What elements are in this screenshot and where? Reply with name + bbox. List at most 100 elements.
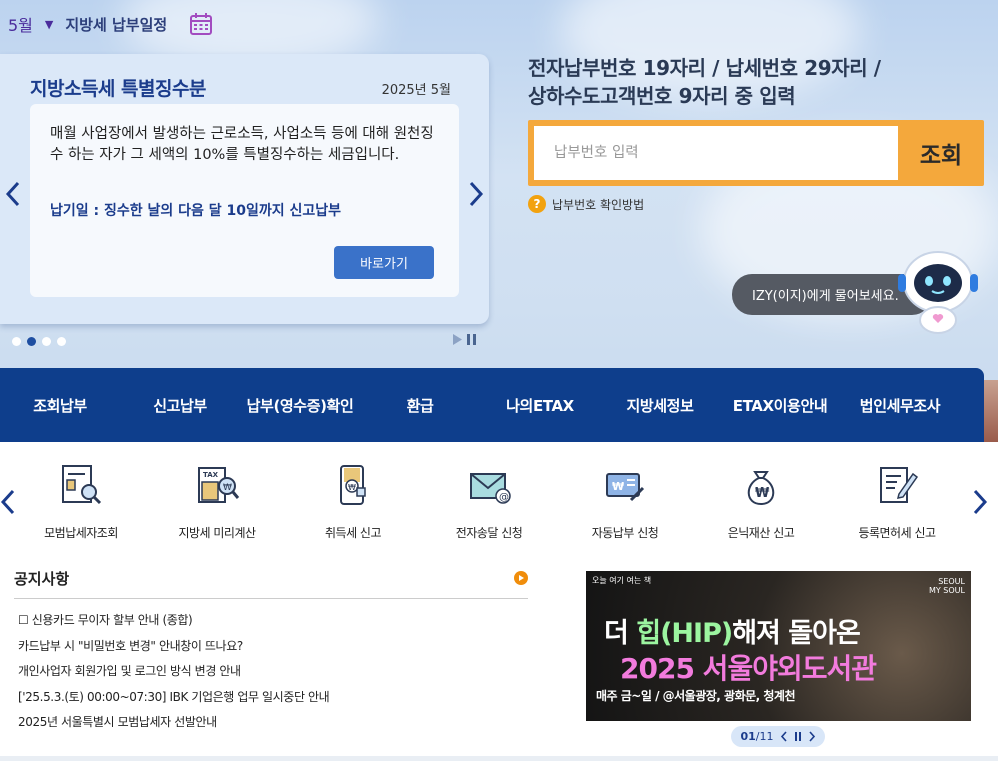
card-date: 2025년 5월 (381, 83, 451, 98)
banner-pager: 01/11 (731, 726, 825, 747)
banner-line1-suffix: 해져 돌아온 (732, 618, 861, 649)
nav-item-refund[interactable]: 환급 (360, 395, 480, 416)
howto-label: 납부번호 확인방법 (552, 197, 645, 212)
nav-item-corporate-audit[interactable]: 법인세무조사 (840, 395, 960, 416)
slide-dot[interactable] (12, 337, 21, 346)
money-bag-icon: ₩ (747, 471, 775, 506)
promo-banner[interactable]: 오늘 여기 여는 책 SEOUL MY SOUL 더 힙(HIP)해져 돌아온 … (586, 571, 971, 721)
service-label: 취득세 신고 (324, 526, 382, 540)
notice-item[interactable]: ['25.5.3.(토) 00:00~07:30] IBK 기업은행 업무 일시… (18, 688, 528, 714)
banner-tag-right-1: SEOUL (938, 577, 965, 586)
question-icon: ? (528, 195, 546, 213)
tax-calculator-icon: TAX ₩ (198, 467, 240, 503)
go-button[interactable]: 바로가기 (334, 246, 434, 279)
tax-schedule-bar: 5월 ▼ 지방세 납부일정 (8, 12, 213, 36)
banner-tag-right-2: MY SOUL (928, 586, 965, 595)
service-license-tax[interactable]: 등록면허세 신고 (832, 462, 962, 541)
slide-dot[interactable] (57, 337, 66, 346)
notice-divider (14, 598, 528, 599)
wallet-won-icon: ₩ (340, 465, 366, 505)
notice-item[interactable]: 2025년 서울특별시 모범납세자 선발안내 (18, 713, 528, 739)
card-body: 매월 사업장에서 발생하는 근로소득, 사업소득 등에 대해 원천징수 하는 자… (30, 104, 459, 297)
month-select[interactable]: 5월 ▼ (8, 12, 53, 36)
svg-text:TAX: TAX (203, 471, 219, 479)
nav-item-receipt[interactable]: 납부(영수증)확인 (240, 395, 360, 416)
service-label: 등록면허세 신고 (858, 526, 936, 540)
slide-indicator (12, 337, 66, 346)
banner-tag-right: SEOUL MY SOUL (929, 577, 965, 595)
service-acquisition-tax[interactable]: ₩ 취득세 신고 (288, 462, 418, 541)
more-arrow-icon[interactable] (514, 571, 528, 585)
notice-board: 공지사항 ☐ 신용카드 무이자 할부 안내 (종합) 카드납부 시 "비밀번호 … (14, 566, 528, 739)
howto-link[interactable]: ? 납부번호 확인방법 (528, 195, 644, 213)
search-headline-line1: 전자납부번호 19자리 / 납세번호 29자리 / (528, 56, 881, 80)
nav-item-inquiry-payment[interactable]: 조회납부 (0, 395, 120, 416)
next-slide-icon[interactable] (466, 179, 486, 209)
svg-text:₩: ₩ (612, 480, 624, 493)
payment-search: 전자납부번호 19자리 / 납세번호 29자리 / 상하수도고객번호 9자리 중… (528, 54, 984, 213)
quick-prev-icon[interactable] (0, 488, 16, 516)
card-description: 매월 사업장에서 발생하는 근로소득, 사업소득 등에 대해 원천징수 하는 자… (50, 126, 434, 163)
search-headline-line2: 상하수도고객번호 9자리 중 입력 (528, 84, 796, 108)
banner-line3: 매주 금~일 / @서울광장, 광화문, 청계천 (596, 689, 796, 703)
prev-slide-icon[interactable] (3, 179, 23, 209)
calendar-icon[interactable] (189, 12, 213, 36)
search-headline: 전자납부번호 19자리 / 납세번호 29자리 / 상하수도고객번호 9자리 중… (528, 54, 881, 110)
tax-info-card: 지방소득세 특별징수분 2025년 5월 매월 사업장에서 발생하는 근로소득,… (0, 54, 489, 324)
nav-item-etax-guide[interactable]: ETAX이용안내 (720, 395, 840, 416)
quick-next-icon[interactable] (972, 488, 988, 516)
slide-dot-active[interactable] (27, 337, 36, 346)
banner-line1-highlight: 힙(HIP) (636, 618, 733, 649)
notice-item[interactable]: ☐ 신용카드 무이자 할부 안내 (종합) (18, 611, 528, 637)
pause-icon[interactable] (467, 334, 476, 345)
card-due-date: 납기일 : 징수한 날의 다음 달 10일까지 신고납부 (50, 203, 342, 219)
notice-item[interactable]: 개인사업자 회원가입 및 로그인 방식 변경 안내 (18, 662, 528, 688)
service-e-delivery[interactable]: @ 전자송달 신청 (424, 462, 554, 541)
svg-text:₩: ₩ (755, 486, 770, 501)
banner-line1-prefix: 더 (604, 618, 637, 649)
banner-pause-icon[interactable] (794, 731, 802, 742)
card-title: 지방소득세 특별징수분 (30, 78, 206, 100)
notice-list: ☐ 신용카드 무이자 할부 안내 (종합) 카드납부 시 "비밀번호 변경" 안… (18, 611, 528, 739)
card-auto-pay-icon: ₩ (606, 473, 645, 502)
nav-item-my-etax[interactable]: 나의ETAX (480, 395, 600, 416)
service-hidden-assets[interactable]: ₩ 은닉재산 신고 (696, 462, 826, 541)
service-model-taxpayer[interactable]: 모범납세자조회 (16, 462, 146, 541)
quick-services: 모범납세자조회 TAX ₩ 지방세 미리계산 ₩ 취득세 신고 @ 전자송달 신… (0, 442, 998, 554)
search-box: 조회 (528, 120, 984, 186)
chatbot-robot-icon[interactable] (898, 248, 978, 334)
play-icon[interactable] (453, 334, 462, 345)
service-label: 자동납부 신청 (591, 526, 659, 540)
service-label: 모범납세자조회 (44, 526, 118, 540)
payment-number-input[interactable] (534, 126, 898, 180)
schedule-title: 지방세 납부일정 (65, 15, 168, 34)
footer-strip (0, 756, 998, 761)
banner-next-icon[interactable] (808, 731, 816, 742)
service-label: 은닉재산 신고 (727, 526, 795, 540)
service-label: 전자송달 신청 (455, 526, 523, 540)
service-label: 지방세 미리계산 (178, 526, 256, 540)
email-at-icon: @ (470, 473, 511, 504)
chevron-down-icon: ▼ (44, 17, 54, 31)
slide-controls (453, 334, 476, 345)
main-navigation: 조회납부 신고납부 납부(영수증)확인 환급 나의ETAX 지방세정보 ETAX… (0, 368, 984, 442)
nav-edge-decoration (984, 380, 998, 442)
month-value: 5월 (8, 16, 33, 35)
pager-total: /11 (755, 730, 774, 743)
banner-line1: 더 힙(HIP)해져 돌아온 (604, 611, 861, 650)
query-button[interactable]: 조회 (898, 120, 984, 186)
notice-item[interactable]: 카드납부 시 "비밀번호 변경" 안내창이 뜨나요? (18, 637, 528, 663)
banner-prev-icon[interactable] (780, 731, 788, 742)
svg-text:₩: ₩ (348, 483, 356, 492)
service-auto-pay[interactable]: ₩ 자동납부 신청 (560, 462, 690, 541)
svg-text:₩: ₩ (223, 483, 232, 493)
pager-current: 01 (740, 730, 756, 743)
nav-item-report-payment[interactable]: 신고납부 (120, 395, 240, 416)
pager-count: 01/11 (740, 730, 773, 743)
document-pen-icon (880, 467, 919, 503)
svg-text:@: @ (499, 492, 509, 503)
service-tax-calculator[interactable]: TAX ₩ 지방세 미리계산 (152, 462, 282, 541)
notice-title: 공지사항 (14, 569, 70, 588)
nav-item-local-tax-info[interactable]: 지방세정보 (600, 395, 720, 416)
slide-dot[interactable] (42, 337, 51, 346)
